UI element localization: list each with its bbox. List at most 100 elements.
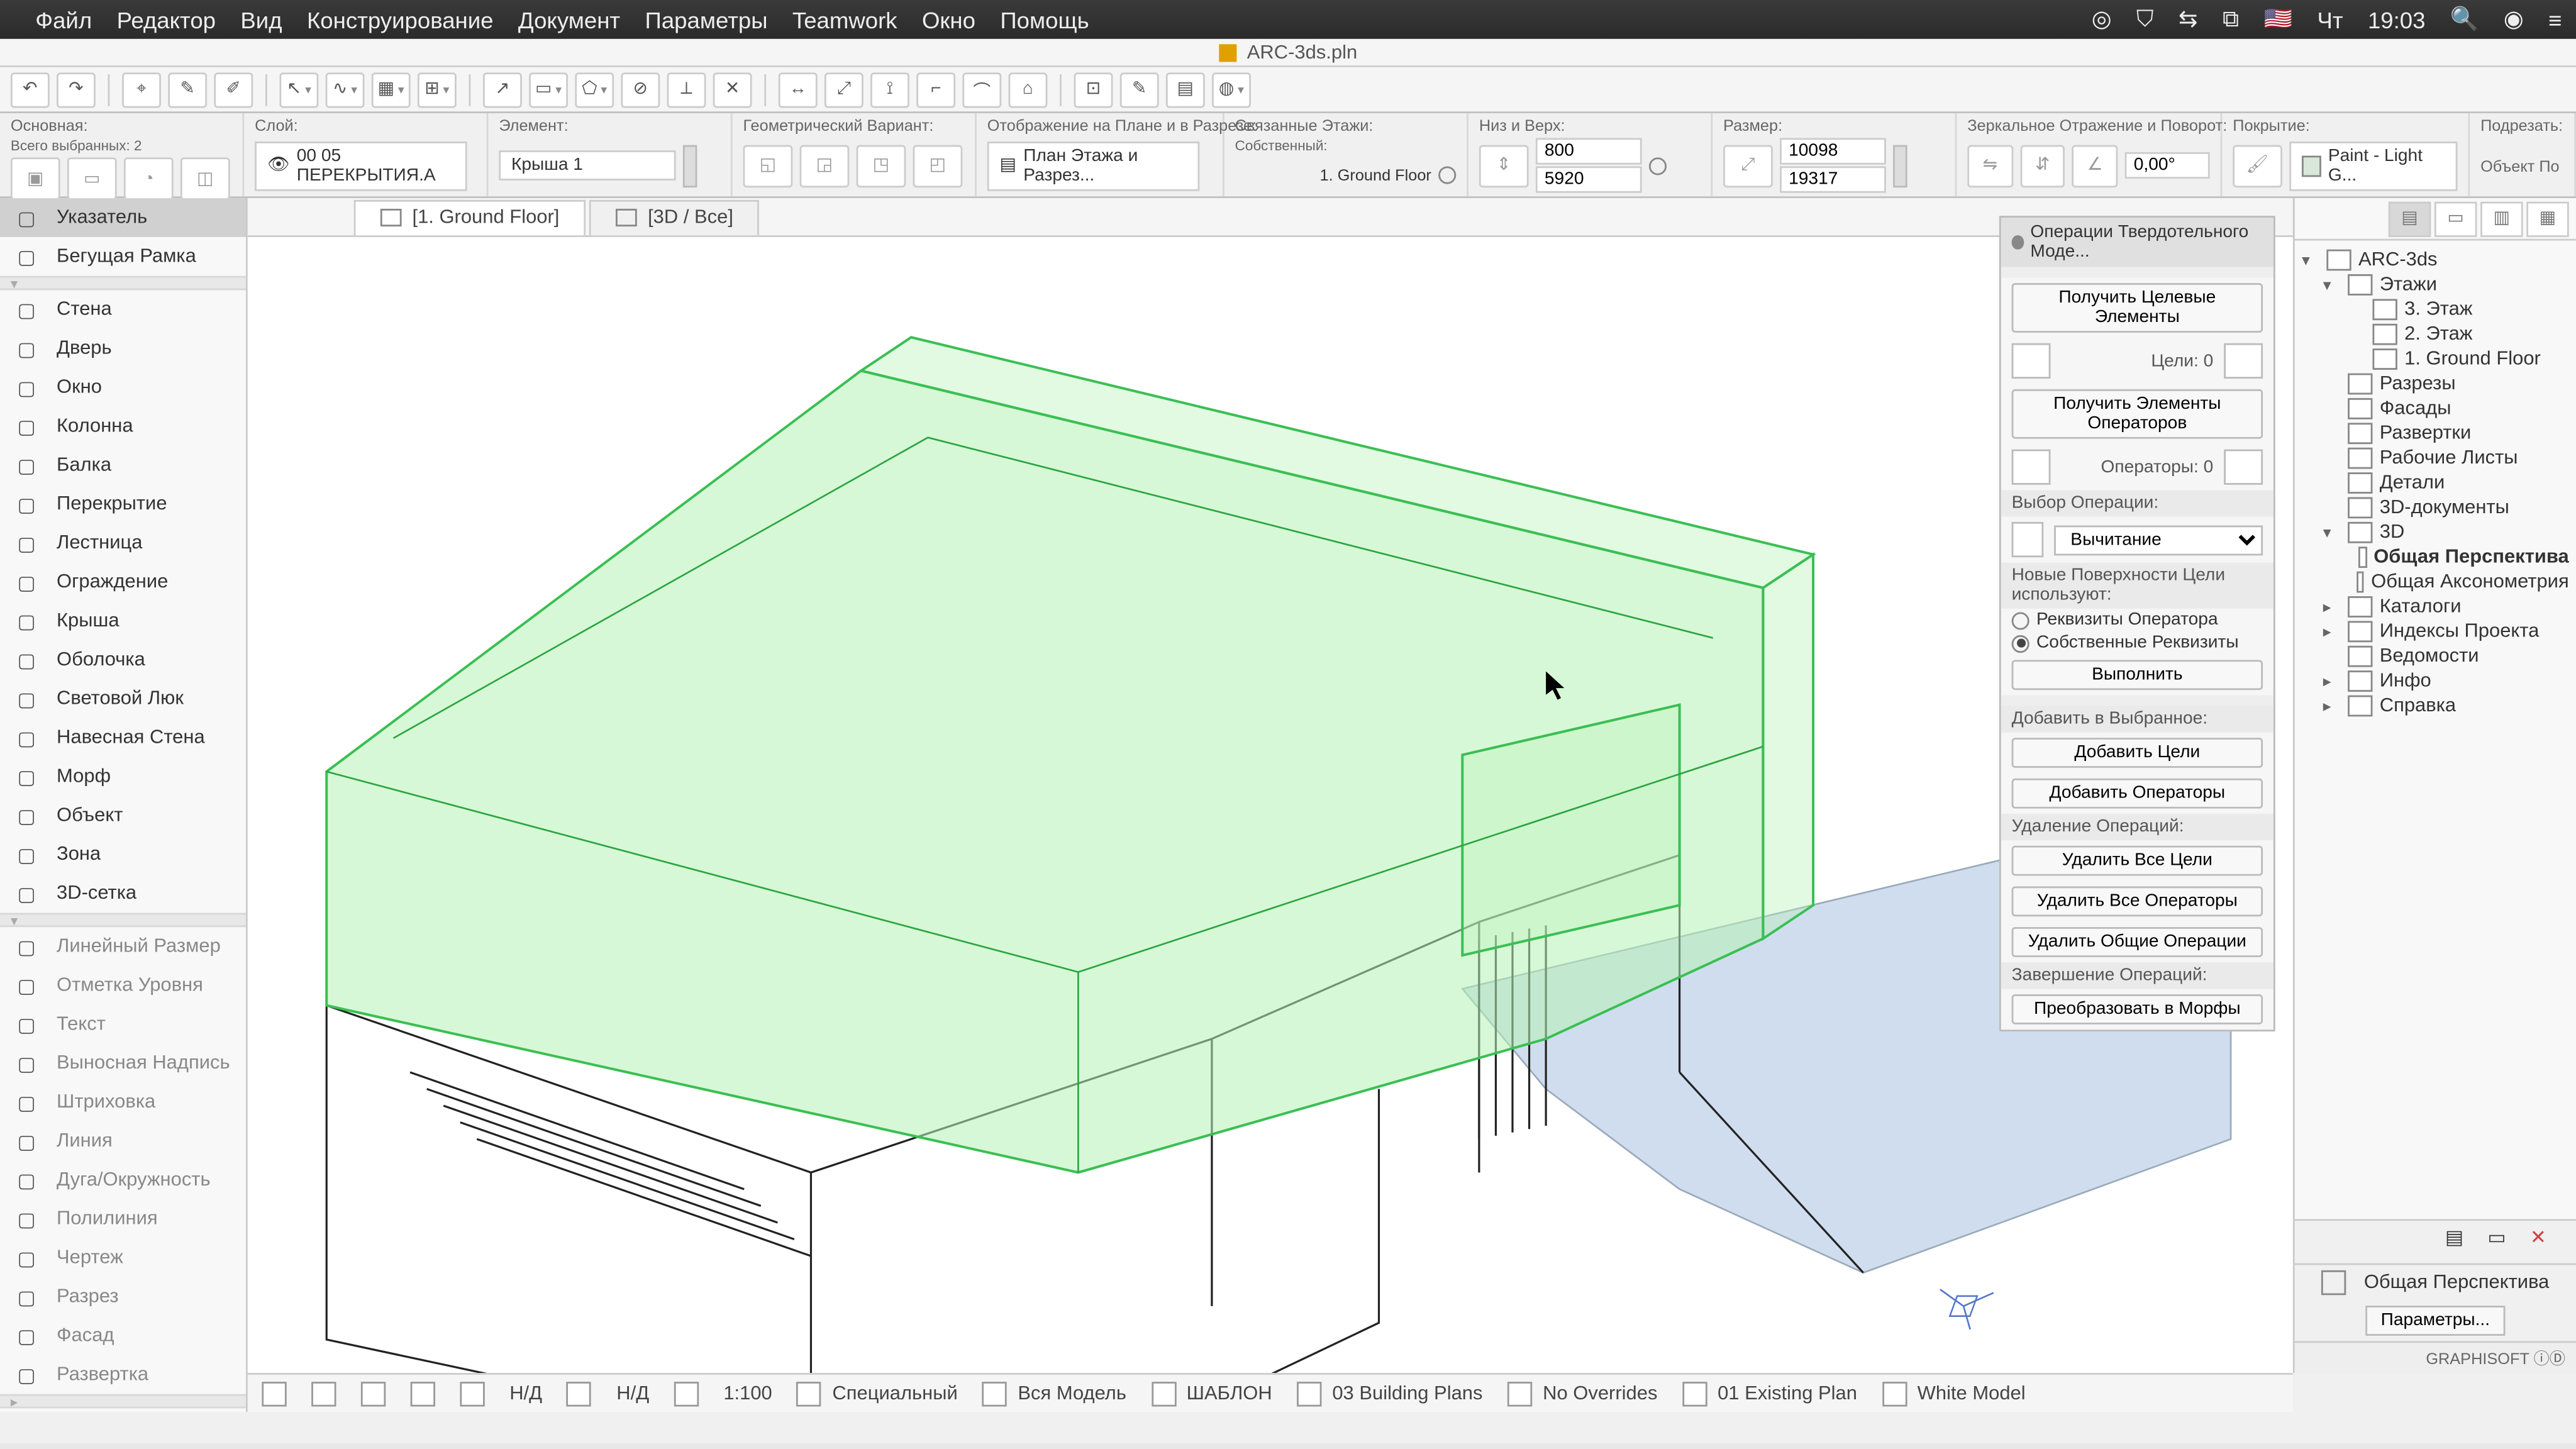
delete-operators-button[interactable]: Удалить Все Операторы (2012, 886, 2263, 916)
spotlight-icon[interactable]: 🔍 (2450, 5, 2479, 33)
operation-select[interactable]: Вычитание (2055, 525, 2263, 555)
sb-special[interactable]: Специальный (832, 1383, 957, 1404)
radio-operator-attrs[interactable]: Реквизиты Оператора (2001, 609, 2273, 632)
nav-help[interactable]: ▸Справка (2298, 694, 2572, 718)
grid-mode-dropdown[interactable]: ▦ (372, 72, 411, 107)
render-dropdown[interactable]: ◍ (1212, 72, 1251, 107)
bottom-dot-icon[interactable] (1649, 157, 1667, 174)
tool-line[interactable]: ▢Линия (0, 1122, 246, 1161)
sb-template-icon[interactable] (1151, 1381, 1175, 1406)
geom-icon-2[interactable]: ◲ (800, 144, 850, 187)
3d-viewport[interactable] (248, 237, 2293, 1373)
toolbox-grip-1[interactable]: ▾ (0, 276, 246, 291)
geom-icon-3[interactable]: ◳ (857, 144, 906, 187)
mirror-v-icon[interactable]: ⇵ (2020, 144, 2065, 187)
size-icon[interactable]: ⤢ (1723, 144, 1773, 187)
tool-window[interactable]: ▢Окно (0, 368, 246, 407)
nav-interior-elevations[interactable]: Развертки (2298, 421, 2572, 446)
mirror-h-icon[interactable]: ⇋ (1967, 144, 2012, 187)
sb-home-icon[interactable] (262, 1381, 286, 1406)
surface-paint-icon[interactable]: 🖌 (2233, 144, 2282, 187)
zoom-fit-button[interactable]: ⤢ (824, 72, 863, 107)
add-operators-button[interactable]: Добавить Операторы (2012, 779, 2263, 809)
sb-template[interactable]: ШАБЛОН (1187, 1383, 1272, 1404)
selection-icon-3[interactable]: ◔ (124, 157, 174, 200)
height-icon[interactable]: ⇕ (1479, 144, 1529, 187)
sb-scale[interactable]: 1:100 (723, 1383, 772, 1404)
geom-icon-1[interactable]: ◱ (743, 144, 793, 187)
tool-level[interactable]: ▢Отметка Уровня (0, 966, 246, 1005)
redo-button[interactable]: ↷ (57, 72, 96, 107)
sb-pen-icon[interactable] (797, 1381, 821, 1406)
sb-white-icon[interactable] (1882, 1381, 1906, 1406)
tool-poly[interactable]: ▢Полилиния (0, 1199, 246, 1238)
menu-file[interactable]: Файл (35, 6, 92, 33)
nav-worksheets[interactable]: Рабочие Листы (2298, 446, 2572, 470)
delete-common-button[interactable]: Удалить Общие Операции (2012, 927, 2263, 957)
sb-existing-icon[interactable] (1682, 1381, 1707, 1406)
bottom-input-1[interactable] (1536, 138, 1642, 164)
shape2-dropdown[interactable]: ⬠ (575, 72, 614, 107)
nav-3d-docs[interactable]: 3D-документы (2298, 496, 2572, 520)
sb-pan-icon[interactable] (361, 1381, 386, 1406)
tool-morph[interactable]: ▢Морф (0, 757, 246, 796)
pen-button[interactable]: ✎ (1120, 72, 1159, 107)
nav-axonometry[interactable]: Общая Аксонометрия (2298, 570, 2572, 594)
sb-zoom-icon[interactable] (311, 1381, 336, 1406)
measure-button[interactable]: ↔ (779, 72, 818, 107)
toolbox-grip-3[interactable]: ▸ (0, 1394, 246, 1409)
tool-shell[interactable]: ▢Оболочка (0, 640, 246, 679)
tool-railing[interactable]: ▢Ограждение (0, 563, 246, 602)
size-handle[interactable] (1893, 144, 1907, 187)
nav-floor-2[interactable]: 2. Этаж (2298, 322, 2572, 347)
operators-clear-icon[interactable] (2224, 450, 2263, 485)
cursor-button[interactable]: ↗ (483, 72, 522, 107)
nav-tab-project[interactable]: ▤ (2389, 201, 2431, 236)
nav-footer-btn2[interactable]: ▭ (2487, 1226, 2523, 1258)
tool-zone[interactable]: ▢Зона (0, 835, 246, 874)
menu-teamwork[interactable]: Teamwork (792, 6, 897, 33)
nav-schedules[interactable]: Ведомости (2298, 644, 2572, 669)
tool-dim[interactable]: ▢Линейный Размер (0, 927, 246, 966)
tool-ie[interactable]: ▢Развертка (0, 1355, 246, 1394)
sb-white[interactable]: White Model (1918, 1383, 2026, 1404)
eyedropper-button[interactable]: ✐ (214, 72, 253, 107)
linked-story[interactable]: 1. Ground Floor (1320, 166, 1431, 184)
linked-dot-icon[interactable] (1438, 166, 1456, 184)
bottom-input-2[interactable] (1536, 166, 1642, 192)
layer-selector[interactable]: 👁 00 05 ПЕРЕКРЫТИЯ.А (255, 141, 467, 191)
panel-grip-2[interactable] (2001, 696, 2273, 706)
add-targets-button[interactable]: Добавить Цели (2012, 738, 2263, 768)
magic-wand-button[interactable]: ✎ (168, 72, 207, 107)
selection-icon-4[interactable]: ◫ (180, 157, 230, 200)
delete-targets-button[interactable]: Удалить Все Цели (2012, 846, 2263, 876)
menu-edit[interactable]: Редактор (117, 6, 216, 33)
ruler-button[interactable]: ⟂ (667, 72, 706, 107)
nav-footer-close[interactable]: ✕ (2530, 1226, 2565, 1258)
panel-grip[interactable] (2001, 267, 2273, 278)
sb-plans[interactable]: 03 Building Plans (1332, 1383, 1482, 1404)
cancel-button[interactable]: ✕ (713, 72, 752, 107)
nav-floors[interactable]: ▾Этажи (2298, 272, 2572, 297)
tool-beam[interactable]: ▢Балка (0, 446, 246, 485)
pick-button[interactable]: ⌖ (122, 72, 161, 107)
tool-object[interactable]: ▢Объект (0, 796, 246, 835)
nav-elevations[interactable]: Фасады (2298, 396, 2572, 421)
tool-stair[interactable]: ▢Лестница (0, 524, 246, 563)
get-operators-button[interactable]: Получить Элементы Операторов (2012, 389, 2263, 439)
sb-overrides-icon[interactable] (1507, 1381, 1532, 1406)
siri-icon[interactable]: ◉ (2504, 5, 2524, 33)
targets-preview-icon[interactable] (2012, 343, 2051, 379)
nav-floor-1[interactable]: 1. Ground Floor (2298, 347, 2572, 371)
tool-skylight[interactable]: ▢Световой Люк (0, 679, 246, 718)
tool-hatch[interactable]: ▢Штриховка (0, 1083, 246, 1122)
get-targets-button[interactable]: Получить Целевые Элементы (2012, 283, 2263, 333)
status-circle-icon[interactable]: ◎ (2092, 5, 2112, 33)
flag-icon[interactable]: 🇺🇸 (2264, 5, 2293, 33)
notifications-icon[interactable]: ≡ (2548, 6, 2562, 33)
tool-text[interactable]: ▢Текст (0, 1005, 246, 1044)
tab-ground-floor[interactable]: [1. Ground Floor] (354, 199, 586, 234)
menu-document[interactable]: Документ (518, 6, 620, 33)
nav-details[interactable]: Детали (2298, 470, 2572, 495)
execute-button[interactable]: Выполнить (2012, 660, 2263, 690)
